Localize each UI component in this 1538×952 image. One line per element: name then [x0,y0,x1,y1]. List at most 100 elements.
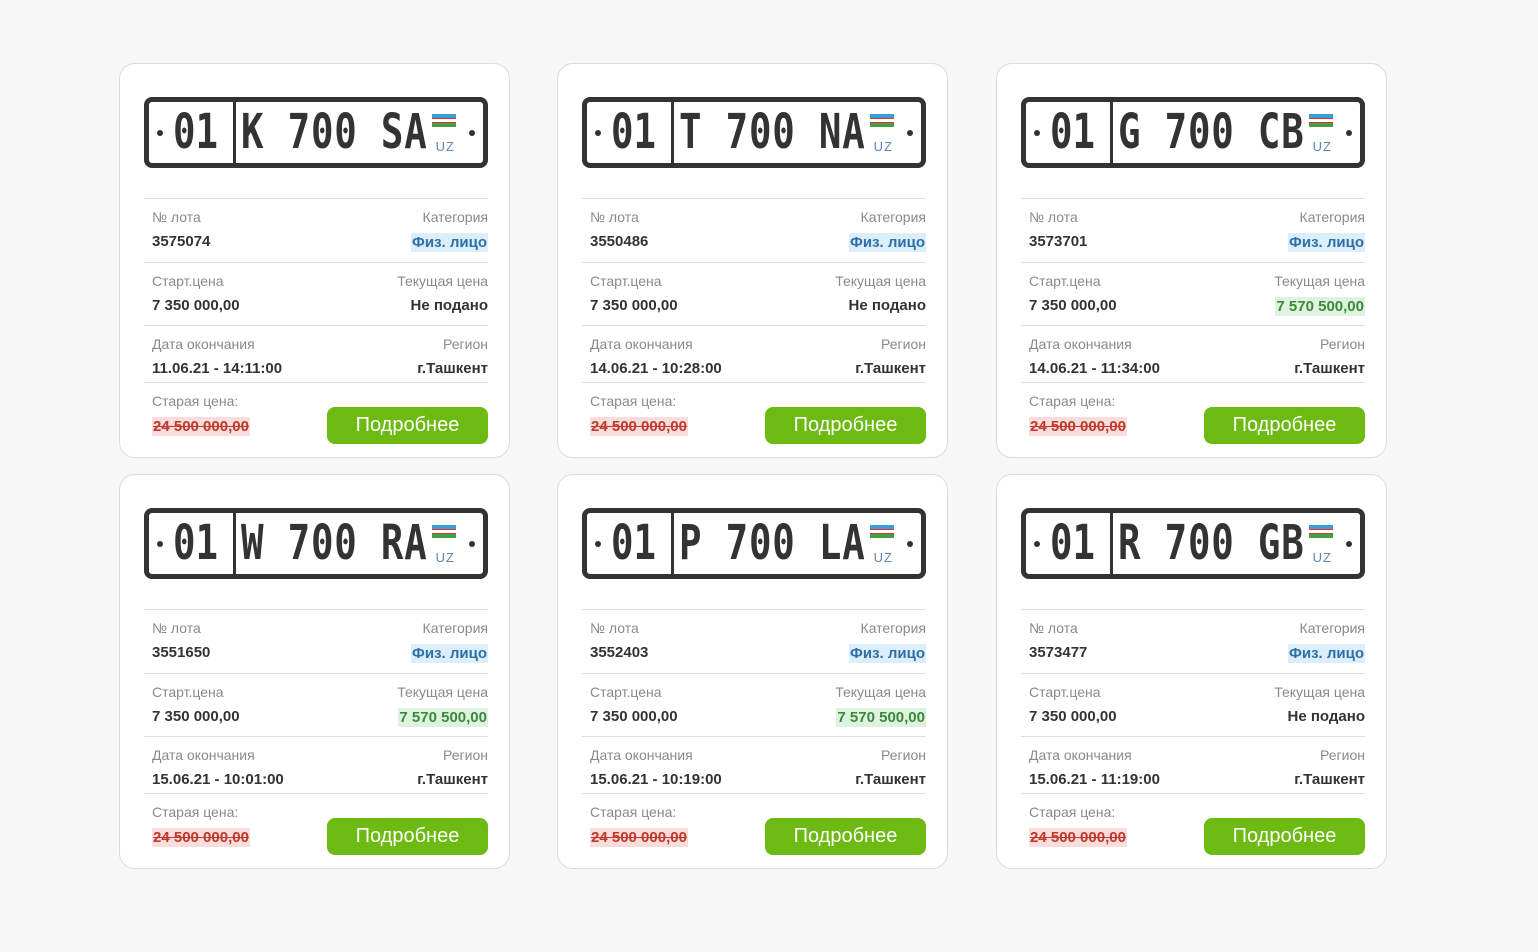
old-price-row: Старая цена: 24 500 000,00 Подробнее [144,793,488,864]
plate-country-code: UZ [435,139,455,154]
region-label: Регион [881,747,926,763]
category-badge: Физ. лицо [849,644,926,663]
current-price: 7 570 500,00 [836,708,926,727]
plate-bolt-icon [1034,130,1040,136]
plate-country-code: UZ [873,550,893,565]
lot-card: 01 T 700 NA UZ № лота 3550486 Категория … [557,63,948,458]
start-price-label: Старт.цена [152,273,224,289]
uzbekistan-flag-icon [432,525,456,541]
license-plate: 01 P 700 LA UZ [582,508,926,579]
date-region-row: Дата окончания 15.06.21 - 10:01:00 Регио… [144,736,488,793]
lot-info-row: № лота 3575074 Категория Физ. лицо [144,198,488,262]
plate-divider [1110,102,1113,163]
lot-number-label: № лота [152,620,201,636]
details-button[interactable]: Подробнее [765,407,926,444]
uzbekistan-flag-icon [870,114,894,130]
old-price-row: Старая цена: 24 500 000,00 Подробнее [144,382,488,453]
price-row: Старт.цена 7 350 000,00 Текущая цена Не … [1021,673,1365,736]
plate-bolt-icon [157,130,163,136]
date-region-row: Дата окончания 15.06.21 - 10:19:00 Регио… [582,736,926,793]
lot-number-label: № лота [590,620,639,636]
plate-bolt-icon [157,541,163,547]
category-label: Категория [1299,209,1365,225]
end-date-label: Дата окончания [1029,747,1132,763]
plate-country-code: UZ [1312,139,1332,154]
date-region-row: Дата окончания 14.06.21 - 10:28:00 Регио… [582,325,926,382]
category-label: Категория [1299,620,1365,636]
plate-number: R 700 GB [1118,515,1305,571]
current-price-label: Текущая цена [1274,273,1365,289]
lot-number-label: № лота [1029,209,1078,225]
end-date-label: Дата окончания [152,747,255,763]
plate-region-code: 01 [173,515,219,571]
plate-number: G 700 CB [1118,104,1305,160]
region: г.Ташкент [1294,360,1365,377]
old-price: 24 500 000,00 [1029,417,1127,436]
old-price: 24 500 000,00 [590,828,688,847]
old-price-label: Старая цена: [1029,393,1116,409]
old-price-label: Старая цена: [152,393,239,409]
current-price: 7 570 500,00 [398,708,488,727]
lot-number: 3575074 [152,233,211,250]
end-date: 15.06.21 - 11:19:00 [1029,771,1160,788]
start-price-label: Старт.цена [152,684,224,700]
region-label: Регион [1320,747,1365,763]
plate-region-code: 01 [1050,104,1096,160]
category-label: Категория [860,209,926,225]
plate-bolt-icon [469,541,475,547]
details-button[interactable]: Подробнее [327,407,488,444]
date-region-row: Дата окончания 15.06.21 - 11:19:00 Регио… [1021,736,1365,793]
date-region-row: Дата окончания 14.06.21 - 11:34:00 Регио… [1021,325,1365,382]
old-price: 24 500 000,00 [1029,828,1127,847]
start-price: 7 350 000,00 [152,297,240,314]
license-plate: 01 K 700 SA UZ [144,97,488,168]
lot-info-row: № лота 3552403 Категория Физ. лицо [582,609,926,673]
price-row: Старт.цена 7 350 000,00 Текущая цена 7 5… [144,673,488,736]
start-price: 7 350 000,00 [590,708,678,725]
region: г.Ташкент [417,360,488,377]
details-button[interactable]: Подробнее [765,818,926,855]
plate-divider [671,102,674,163]
lot-number: 3552403 [590,644,649,661]
category-badge: Физ. лицо [1288,233,1365,252]
end-date-label: Дата окончания [590,747,693,763]
plate-region-code: 01 [611,515,657,571]
price-row: Старт.цена 7 350 000,00 Текущая цена 7 5… [582,673,926,736]
uzbekistan-flag-icon [870,525,894,541]
old-price: 24 500 000,00 [152,417,250,436]
old-price-label: Старая цена: [590,804,677,820]
region: г.Ташкент [1294,771,1365,788]
old-price-row: Старая цена: 24 500 000,00 Подробнее [1021,382,1365,453]
current-price-label: Текущая цена [835,273,926,289]
details-button[interactable]: Подробнее [1204,818,1365,855]
lot-number: 3573701 [1029,233,1088,250]
uzbekistan-flag-icon [432,114,456,130]
uzbekistan-flag-icon [1309,525,1333,541]
end-date-label: Дата окончания [152,336,255,352]
end-date: 11.06.21 - 14:11:00 [152,360,283,377]
end-date: 14.06.21 - 10:28:00 [590,360,722,377]
old-price-row: Старая цена: 24 500 000,00 Подробнее [582,793,926,864]
old-price: 24 500 000,00 [152,828,250,847]
current-price-label: Текущая цена [1274,684,1365,700]
plate-divider [233,102,236,163]
lot-info-row: № лота 3551650 Категория Физ. лицо [144,609,488,673]
date-region-row: Дата окончания 11.06.21 - 14:11:00 Регио… [144,325,488,382]
details-button[interactable]: Подробнее [327,818,488,855]
details-button[interactable]: Подробнее [1204,407,1365,444]
license-plate: 01 T 700 NA UZ [582,97,926,168]
start-price-label: Старт.цена [1029,684,1101,700]
lot-number: 3551650 [152,644,211,661]
lots-grid: 01 K 700 SA UZ № лота 3575074 Категория … [119,63,1391,871]
plate-region-code: 01 [611,104,657,160]
old-price-row: Старая цена: 24 500 000,00 Подробнее [582,382,926,453]
plate-number: K 700 SA [241,104,428,160]
lot-card: 01 G 700 CB UZ № лота 3573701 Категория … [996,63,1387,458]
plate-region-code: 01 [1050,515,1096,571]
category-badge: Физ. лицо [411,233,488,252]
start-price: 7 350 000,00 [1029,708,1117,725]
category-label: Категория [860,620,926,636]
plate-bolt-icon [1346,541,1352,547]
start-price-label: Старт.цена [590,273,662,289]
category-label: Категория [422,620,488,636]
